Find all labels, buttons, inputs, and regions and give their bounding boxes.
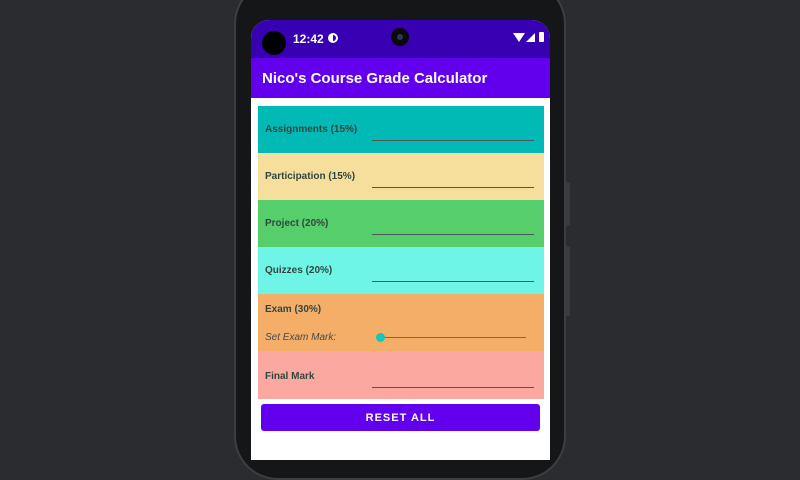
- exam-label: Exam (30%): [265, 304, 322, 315]
- grade-form: Assignments (15%) Participation (15%) Pr…: [258, 106, 544, 399]
- app-title: Nico's Course Grade Calculator: [262, 70, 488, 87]
- assignments-input[interactable]: [372, 126, 534, 141]
- exam-slider-thumb[interactable]: [376, 333, 385, 342]
- exam-row: Exam (30%) Set Exam Mark:: [258, 294, 544, 351]
- participation-label: Participation (15%): [265, 171, 356, 182]
- assignments-label: Assignments (15%): [265, 124, 358, 135]
- final-mark-row: Final Mark: [258, 351, 544, 399]
- quizzes-input[interactable]: [372, 267, 534, 282]
- participation-row: Participation (15%): [258, 153, 544, 200]
- app-bar: Nico's Course Grade Calculator: [251, 58, 550, 98]
- status-bar: 12:42: [251, 20, 550, 58]
- power-button: [566, 182, 570, 226]
- quizzes-label: Quizzes (20%): [265, 265, 333, 276]
- final-mark-field[interactable]: [372, 373, 534, 388]
- reset-all-button[interactable]: RESET ALL: [261, 404, 540, 431]
- status-time: 12:42: [293, 32, 324, 46]
- assignments-row: Assignments (15%): [258, 106, 544, 153]
- camera-cutout-icon: [262, 31, 286, 55]
- signal-icon: [526, 33, 535, 42]
- phone-screen: 12:42 Nico's Course Grade Calculator Ass…: [251, 20, 550, 460]
- app-notification-icon: [328, 33, 338, 43]
- front-camera-icon: [391, 28, 409, 46]
- wifi-icon: [513, 33, 525, 42]
- quizzes-row: Quizzes (20%): [258, 247, 544, 294]
- final-mark-label: Final Mark: [265, 371, 315, 382]
- battery-icon: [539, 32, 544, 42]
- project-row: Project (20%): [258, 200, 544, 247]
- project-label: Project (20%): [265, 218, 329, 229]
- project-input[interactable]: [372, 220, 534, 235]
- volume-button: [566, 246, 570, 316]
- exam-slider-label: Set Exam Mark:: [265, 332, 337, 343]
- exam-slider-track[interactable]: [380, 337, 526, 338]
- participation-input[interactable]: [372, 173, 534, 188]
